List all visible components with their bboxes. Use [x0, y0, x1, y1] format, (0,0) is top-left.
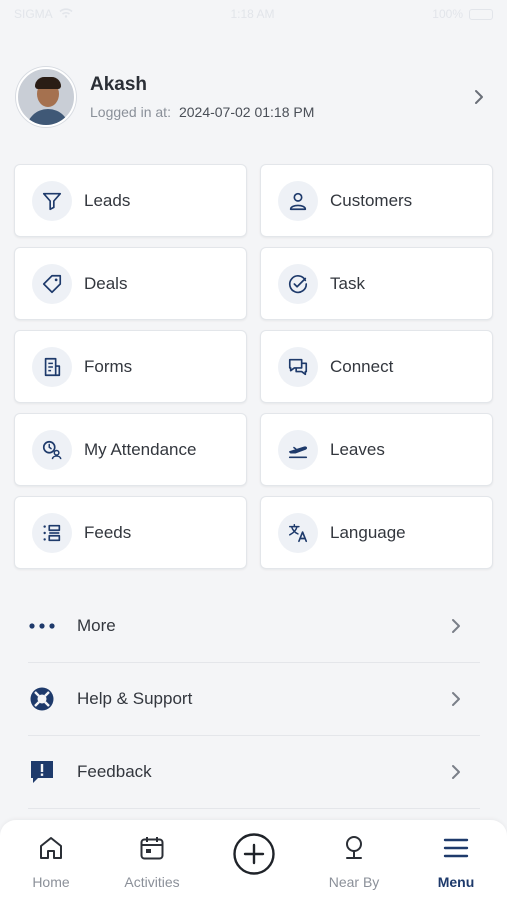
- login-time: 2024-07-02 01:18 PM: [178, 104, 315, 120]
- battery-icon: [469, 8, 493, 20]
- chat-icon: [278, 346, 318, 387]
- tile-leads[interactable]: Leads: [14, 164, 247, 237]
- menu-grid: Leads Customers Deals Task Forms Connect: [14, 164, 493, 569]
- battery-text: 100%: [432, 7, 463, 21]
- wifi-icon: [59, 7, 73, 21]
- profile-name: Akash: [90, 74, 148, 95]
- list-item-label: Feedback: [77, 762, 152, 781]
- tab-label: Activities: [124, 874, 180, 890]
- tile-forms[interactable]: Forms: [14, 330, 247, 403]
- clock-text: 1:18 AM: [230, 7, 275, 21]
- list-item-label: More: [77, 616, 116, 635]
- attendance-icon: [32, 429, 72, 470]
- tile-label: Deals: [84, 273, 128, 293]
- tile-my-attendance[interactable]: My Attendance: [14, 413, 247, 486]
- filter-icon: [32, 180, 72, 221]
- bottom-tab-bar: Home Activities Near By Menu: [0, 820, 507, 900]
- tile-label: Language: [330, 522, 406, 542]
- tab-menu[interactable]: Menu: [426, 820, 486, 900]
- tile-label: Customers: [330, 190, 413, 210]
- tab-activities[interactable]: Activities: [112, 820, 192, 900]
- tab-label: Near By: [328, 874, 380, 890]
- tab-label: Menu: [437, 874, 475, 890]
- feed-list-icon: [32, 512, 72, 553]
- airplane-departure-icon: [278, 429, 318, 470]
- tab-near-by[interactable]: Near By: [320, 820, 388, 900]
- tag-icon: [32, 263, 72, 304]
- list-item-label: Help & Support: [77, 689, 193, 708]
- check-circle-icon: [278, 263, 318, 304]
- tab-home[interactable]: Home: [20, 820, 82, 900]
- profile-header[interactable]: Akash Logged in at: 2024-07-02 01:18 PM: [16, 66, 491, 128]
- calendar-icon: [136, 832, 168, 864]
- menu-icon: [440, 832, 472, 864]
- chevron-right-icon[interactable]: [467, 85, 491, 109]
- chevron-right-icon: [444, 687, 468, 711]
- settings-list: More Help & Support Feedback: [28, 590, 480, 809]
- dots-icon: [28, 612, 56, 640]
- tab-label: Home: [32, 874, 70, 890]
- tile-label: Feeds: [84, 522, 132, 542]
- login-label: Logged in at:: [90, 104, 171, 120]
- tile-deals[interactable]: Deals: [14, 247, 247, 320]
- chevron-right-icon: [444, 760, 468, 784]
- tile-connect[interactable]: Connect: [260, 330, 493, 403]
- document-icon: [32, 346, 72, 387]
- carrier-text: SIGMA: [14, 7, 53, 21]
- tile-customers[interactable]: Customers: [260, 164, 493, 237]
- list-item-more[interactable]: More: [28, 590, 480, 663]
- tile-task[interactable]: Task: [260, 247, 493, 320]
- user-icon: [278, 180, 318, 221]
- tile-label: My Attendance: [84, 439, 197, 459]
- list-item-feedback[interactable]: Feedback: [28, 736, 480, 809]
- chevron-right-icon: [444, 614, 468, 638]
- tile-label: Connect: [330, 356, 394, 376]
- lifebuoy-icon: [28, 685, 56, 713]
- tile-language[interactable]: Language: [260, 496, 493, 569]
- tile-label: Leaves: [330, 439, 385, 459]
- status-bar: SIGMA 1:18 AM 100%: [0, 0, 507, 28]
- tile-label: Task: [330, 273, 365, 293]
- avatar: [16, 67, 76, 127]
- home-icon: [35, 832, 67, 864]
- list-item-help-support[interactable]: Help & Support: [28, 663, 480, 736]
- tile-leaves[interactable]: Leaves: [260, 413, 493, 486]
- pin-icon: [338, 832, 370, 864]
- add-button[interactable]: [232, 832, 276, 876]
- tile-label: Leads: [84, 190, 131, 210]
- feedback-icon: [28, 758, 56, 786]
- translate-icon: [278, 512, 318, 553]
- tile-label: Forms: [84, 356, 133, 376]
- tile-feeds[interactable]: Feeds: [14, 496, 247, 569]
